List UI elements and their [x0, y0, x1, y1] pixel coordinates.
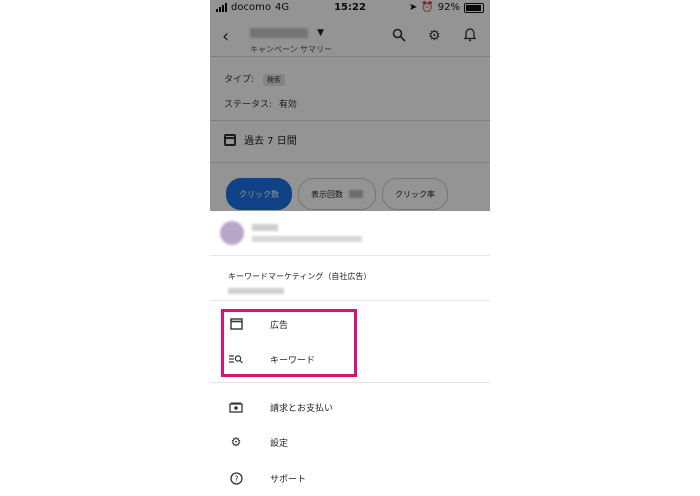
- sheet-divider: [210, 255, 490, 256]
- customer-id-redacted: [228, 288, 284, 294]
- svg-text:?: ?: [234, 474, 238, 483]
- menu-item-label: サポート: [270, 474, 307, 485]
- billing-icon: [228, 399, 244, 415]
- help-icon: ?: [228, 470, 244, 486]
- menu-item-support[interactable]: ? サポート: [210, 463, 490, 493]
- highlight-box: [221, 309, 357, 377]
- menu-item-billing[interactable]: 請求とお支払い: [210, 392, 490, 422]
- menu-item-label: 請求とお支払い: [270, 403, 334, 414]
- menu-item-label: 設定: [270, 438, 289, 449]
- account-email-redacted: [252, 236, 362, 242]
- manager-account-name: キーワードマーケティング（自社広告）: [228, 272, 372, 281]
- sheet-divider: [210, 300, 490, 301]
- account-name-redacted: [252, 224, 278, 231]
- phone-screen: docomo 4G 15:22 ➤ ⏰ 92% ‹ ▼ キャンペーン サマリー …: [210, 0, 490, 496]
- sheet-divider: [210, 382, 490, 383]
- avatar: [220, 221, 244, 245]
- menu-item-settings[interactable]: ⚙ 設定: [210, 427, 490, 457]
- settings-gear-icon: ⚙: [230, 435, 242, 449]
- account-header[interactable]: [220, 221, 362, 245]
- modal-scrim[interactable]: [210, 0, 490, 211]
